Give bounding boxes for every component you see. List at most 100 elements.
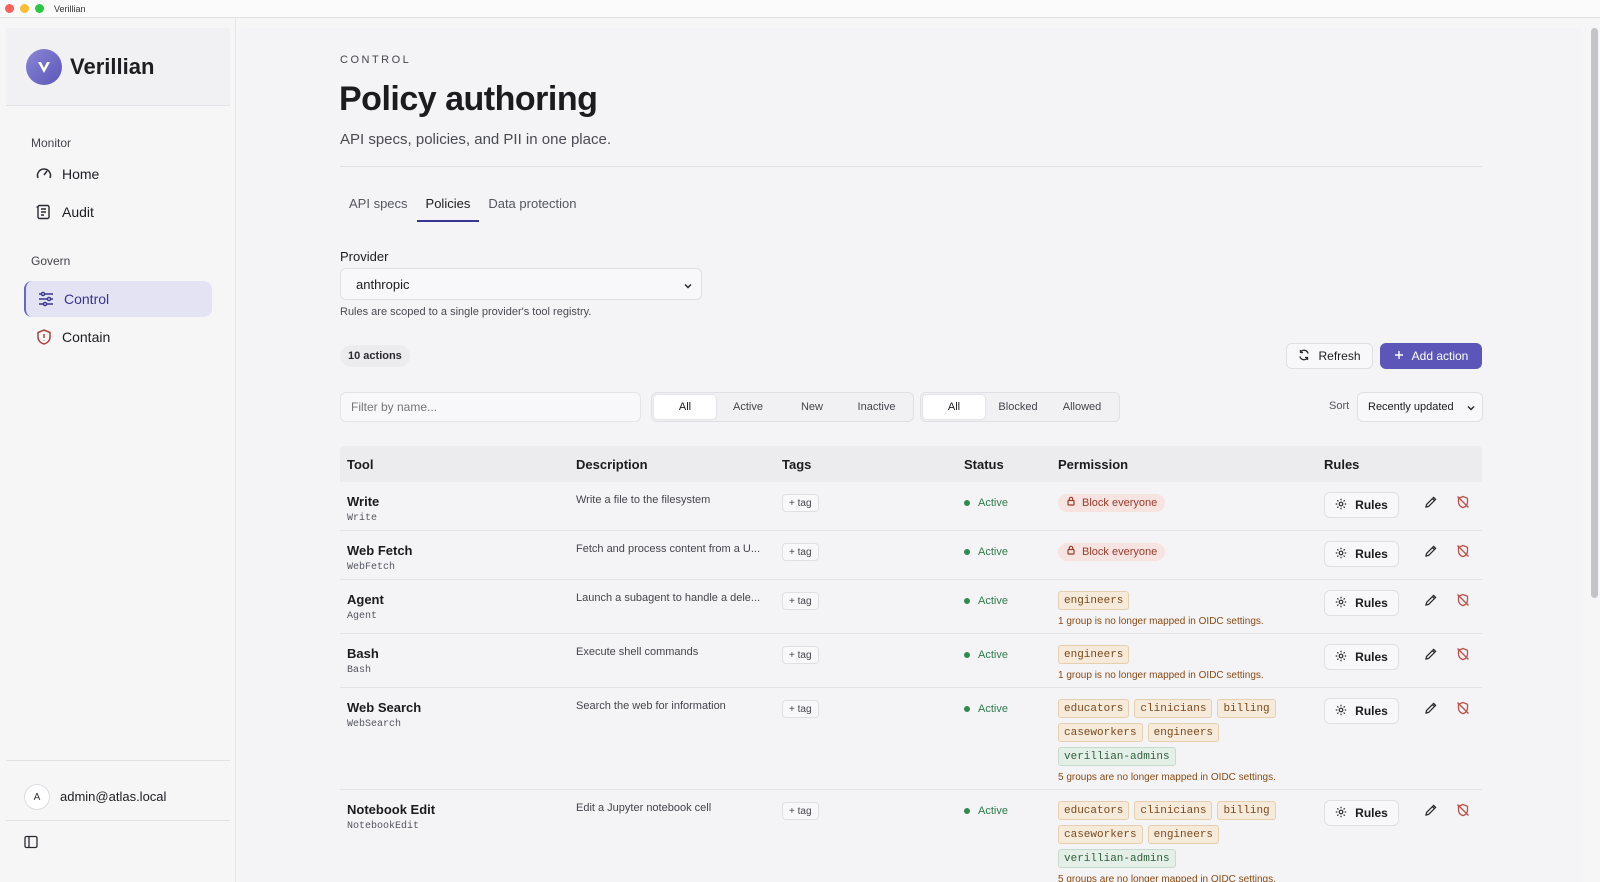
status-dot-icon — [964, 808, 970, 814]
filter-permission-allowed[interactable]: Allowed — [1051, 395, 1113, 419]
shield-off-icon[interactable] — [1456, 544, 1474, 562]
filter-input[interactable] — [340, 392, 641, 422]
column-header-tool: Tool — [347, 457, 374, 472]
shield-off-icon[interactable] — [1456, 593, 1474, 611]
edit-icon[interactable] — [1424, 647, 1442, 665]
status-label: Active — [978, 805, 1008, 817]
sidebar-item-contain[interactable]: Contain — [24, 319, 212, 355]
table-row[interactable]: Bash Bash Execute shell commands + tag Activ… — [340, 634, 1482, 688]
column-header-description: Description — [576, 457, 648, 472]
refresh-icon — [1298, 349, 1310, 364]
filter-state-new[interactable]: New — [780, 395, 844, 419]
tab-policies[interactable]: Policies — [416, 190, 480, 222]
group-chip[interactable]: billing — [1217, 699, 1276, 718]
tool-description: Launch a subagent to handle a dele... — [576, 592, 761, 604]
group-chip[interactable]: caseworkers — [1058, 825, 1143, 844]
shield-off-icon[interactable] — [1456, 495, 1474, 513]
group-chip[interactable]: educators — [1058, 699, 1130, 718]
add-tag-button[interactable]: + tag — [782, 700, 819, 718]
group-chip[interactable]: educators — [1058, 801, 1130, 820]
tool-description: Write a file to the filesystem — [576, 494, 711, 506]
permission-cell: engineers 1 group is no longer mapped in … — [1058, 645, 1298, 681]
sidebar-divider — [6, 760, 230, 761]
tool-name[interactable]: Web Fetch — [347, 543, 413, 558]
sidebar-item-label: Control — [64, 291, 110, 307]
filter-permission-blocked[interactable]: Blocked — [985, 395, 1051, 419]
group-chip[interactable]: engineers — [1058, 591, 1130, 610]
brand[interactable]: Verillian — [6, 28, 230, 106]
group-chip[interactable]: clinicians — [1134, 699, 1213, 718]
edit-icon[interactable] — [1424, 495, 1442, 513]
shield-off-icon[interactable] — [1456, 701, 1474, 719]
tool-name[interactable]: Web Search — [347, 700, 421, 715]
rules-button[interactable]: Rules — [1324, 590, 1399, 616]
tab-data-protection[interactable]: Data protection — [479, 190, 585, 222]
tab-api-specs[interactable]: API specs — [340, 190, 417, 222]
status-label: Active — [978, 546, 1008, 558]
tool-name[interactable]: Write — [347, 494, 379, 509]
zoom-window-button[interactable] — [35, 4, 44, 13]
edit-icon[interactable] — [1424, 593, 1442, 611]
group-chip[interactable]: caseworkers — [1058, 723, 1143, 742]
rules-button[interactable]: Rules — [1324, 644, 1399, 670]
close-window-button[interactable] — [5, 4, 14, 13]
group-chip[interactable]: engineers — [1147, 825, 1220, 844]
table-row[interactable]: Agent Agent Launch a subagent to handle a … — [340, 580, 1482, 634]
status-label: Active — [978, 497, 1008, 509]
rules-label: Rules — [1355, 596, 1388, 610]
tool-name[interactable]: Bash — [347, 646, 379, 661]
add-tag-button[interactable]: + tag — [782, 543, 819, 561]
edit-icon[interactable] — [1424, 803, 1442, 821]
page-subtitle: API specs, policies, and PII in one plac… — [340, 131, 611, 148]
add-tag-button[interactable]: + tag — [782, 646, 819, 664]
status-badge: Active — [964, 805, 1008, 817]
filter-state-inactive[interactable]: Inactive — [844, 395, 909, 419]
sidebar-item-control[interactable]: Control — [24, 281, 212, 317]
table-row[interactable]: Notebook Edit NotebookEdit Edit a Jupyter … — [340, 790, 1482, 882]
refresh-button[interactable]: Refresh — [1286, 343, 1373, 369]
rules-button[interactable]: Rules — [1324, 698, 1399, 724]
add-tag-button[interactable]: + tag — [782, 802, 819, 820]
scrollbar[interactable] — [1591, 28, 1598, 598]
group-chip[interactable]: clinicians — [1134, 801, 1213, 820]
rules-button[interactable]: Rules — [1324, 541, 1399, 567]
tool-name[interactable]: Notebook Edit — [347, 802, 435, 817]
filter-state-all[interactable]: All — [654, 395, 716, 419]
status-dot-icon — [964, 598, 970, 604]
group-chip[interactable]: verillian-admins — [1058, 747, 1176, 766]
group-chip[interactable]: engineers — [1147, 723, 1220, 742]
shield-off-icon[interactable] — [1456, 803, 1474, 821]
group-chip[interactable]: verillian-admins — [1058, 849, 1176, 868]
sidebar-item-audit[interactable]: Audit — [24, 194, 212, 230]
tool-name[interactable]: Agent — [347, 592, 384, 607]
sidebar-toggle-icon[interactable] — [24, 835, 40, 851]
add-action-button[interactable]: Add action — [1380, 343, 1482, 369]
permission-cell: educators clinicians billing caseworkers eng… — [1058, 699, 1298, 783]
action-count-badge: 10 actions — [340, 345, 410, 367]
minimize-window-button[interactable] — [20, 4, 29, 13]
sort-select[interactable]: Recently updated — [1357, 392, 1483, 422]
avatar[interactable]: A — [24, 784, 50, 810]
edit-icon[interactable] — [1424, 701, 1442, 719]
rules-button[interactable]: Rules — [1324, 800, 1399, 826]
table-header: Tool Description Tags Status Permission … — [340, 446, 1482, 482]
logo-icon — [26, 48, 62, 85]
status-label: Active — [978, 703, 1008, 715]
user-email[interactable]: admin@atlas.local — [60, 789, 166, 804]
table-row[interactable]: Write Write Write a file to the filesystem… — [340, 482, 1482, 531]
add-tag-button[interactable]: + tag — [782, 592, 819, 610]
sidebar-item-home[interactable]: Home — [24, 156, 212, 192]
table-row[interactable]: Web Fetch WebFetch Fetch and process conte… — [340, 531, 1482, 580]
block-label: Block everyone — [1082, 545, 1158, 558]
filter-permission-all[interactable]: All — [923, 395, 985, 419]
filter-state-active[interactable]: Active — [716, 395, 780, 419]
group-chip[interactable]: engineers — [1058, 645, 1130, 664]
block-everyone-badge: Block everyone — [1058, 493, 1166, 512]
provider-select[interactable]: anthropic — [340, 268, 702, 300]
add-tag-button[interactable]: + tag — [782, 494, 819, 512]
group-chip[interactable]: billing — [1217, 801, 1276, 820]
shield-off-icon[interactable] — [1456, 647, 1474, 665]
edit-icon[interactable] — [1424, 544, 1442, 562]
rules-button[interactable]: Rules — [1324, 492, 1399, 518]
table-row[interactable]: Web Search WebSearch Search the web for in… — [340, 688, 1482, 790]
